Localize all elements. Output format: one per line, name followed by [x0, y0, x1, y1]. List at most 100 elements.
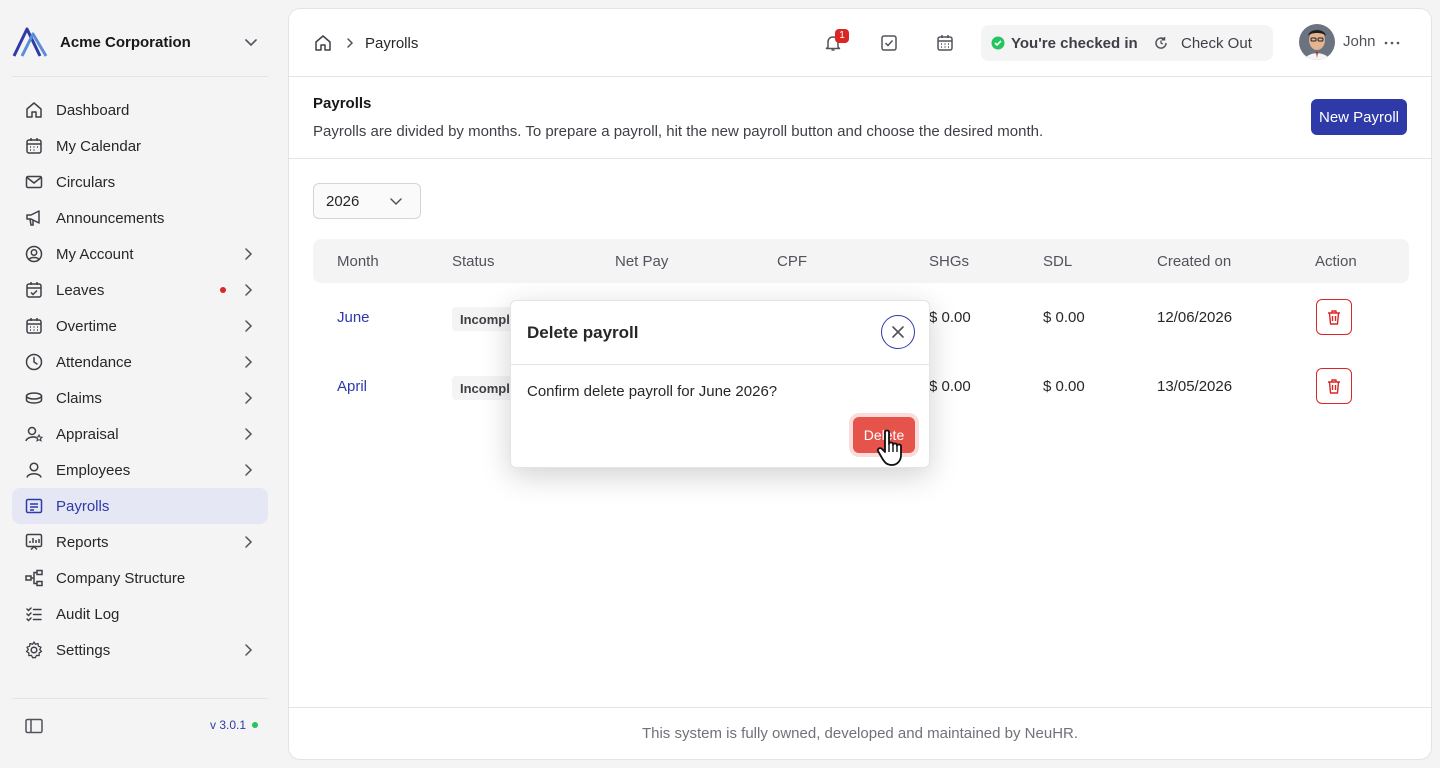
org-name: Acme Corporation	[60, 33, 191, 51]
calendar-check-icon	[26, 282, 42, 298]
column-header: SDL	[1043, 253, 1073, 270]
user-icon	[26, 462, 42, 478]
sidebar-nav: Dashboard My Calendar Circulars Announce…	[12, 92, 268, 668]
sidebar-item-label: Announcements	[56, 209, 165, 227]
close-button[interactable]	[881, 315, 915, 349]
sidebar-item-label: Company Structure	[56, 569, 186, 587]
breadcrumb-current: Payrolls	[365, 34, 419, 52]
company-logo-icon	[12, 27, 48, 57]
sidebar-item-company-structure[interactable]: Company Structure	[12, 560, 268, 596]
sidebar-item-circulars[interactable]: Circulars	[12, 164, 268, 200]
sidebar-item-label: Claims	[56, 389, 102, 407]
year-select[interactable]: 2026	[313, 183, 421, 219]
calendar-clock-icon	[26, 318, 42, 334]
footer-text: This system is fully owned, developed an…	[641, 725, 1079, 742]
column-header: Status	[452, 253, 495, 270]
version-label: v 3.0.1	[210, 718, 247, 732]
sdl-value: $ 0.00	[1043, 378, 1085, 395]
sidebar-item-label: Leaves	[56, 281, 105, 299]
clock-icon	[25, 353, 43, 371]
shgs-value: $ 0.00	[929, 309, 971, 326]
sidebar-item-label: Attendance	[56, 353, 132, 371]
delete-row-button[interactable]	[1316, 368, 1352, 404]
sidebar-item-label: Circulars	[56, 173, 116, 191]
status-dot	[252, 722, 259, 728]
sidebar-item-label: Audit Log	[56, 605, 120, 623]
chevron-right-icon	[245, 428, 253, 440]
sidebar-item-label: Employees	[56, 461, 131, 479]
chevron-right-icon	[245, 536, 253, 548]
more-horizontal-icon[interactable]	[1383, 33, 1401, 53]
check-circle-icon	[991, 36, 1005, 50]
footer-divider	[289, 707, 1431, 708]
sidebar-toggle-icon[interactable]	[24, 716, 44, 736]
user-avatar-icon	[1299, 24, 1335, 60]
created-date: 12/06/2026	[1157, 309, 1233, 326]
sidebar-item-claims[interactable]: Claims	[12, 380, 268, 416]
sidebar-item-employees[interactable]: Employees	[12, 452, 268, 488]
chevron-right-icon	[245, 464, 253, 476]
column-header: CPF	[777, 253, 807, 270]
column-header: Month	[337, 253, 379, 270]
month-link[interactable]: April	[337, 378, 367, 395]
sidebar-item-label: Reports	[56, 533, 109, 551]
sidebar-item-announcements[interactable]: Announcements	[12, 200, 268, 236]
sidebar-item-attendance[interactable]: Attendance	[12, 344, 268, 380]
chevron-right-icon	[245, 644, 253, 656]
refresh-clock-icon	[1155, 37, 1167, 49]
task-check-icon[interactable]	[879, 33, 899, 53]
close-icon	[892, 326, 904, 338]
delete-button[interactable]: Delete	[853, 417, 915, 453]
sdl-value: $ 0.00	[1043, 309, 1085, 326]
chevron-down-icon	[390, 198, 402, 206]
new-payroll-button[interactable]: New Payroll	[1311, 99, 1407, 135]
breadcrumb: Payrolls	[313, 33, 418, 53]
topbar: Payrolls 1 You're checked in Check Out J…	[289, 9, 1431, 77]
sidebar-item-label: Dashboard	[56, 101, 130, 119]
sidebar-item-label: My Account	[56, 245, 134, 263]
sidebar-item-overtime[interactable]: Overtime	[12, 308, 268, 344]
sidebar-item-leaves[interactable]: Leaves	[12, 272, 268, 308]
check-out-button[interactable]: Check Out	[1145, 27, 1269, 59]
chevron-right-icon	[245, 392, 253, 404]
home-icon	[26, 102, 42, 118]
dialog-title: Delete payroll	[527, 323, 639, 342]
sidebar-item-label: Settings	[56, 641, 111, 659]
check-out-label: Check Out	[1181, 34, 1252, 52]
dialog-message: Confirm delete payroll for June 2026?	[527, 383, 778, 400]
page-title: Payrolls	[313, 95, 372, 112]
calendar-icon	[26, 138, 42, 154]
sidebar-divider	[12, 76, 268, 77]
mail-icon	[25, 175, 43, 189]
version-indicator: v 3.0.1	[210, 718, 259, 732]
home-icon[interactable]	[313, 33, 333, 53]
sidebar-item-settings[interactable]: Settings	[12, 632, 268, 668]
sidebar-item-reports[interactable]: Reports	[12, 524, 268, 560]
sidebar-item-appraisal[interactable]: Appraisal	[12, 416, 268, 452]
table-header: Month Status Net Pay CPF SHGs SDL Create…	[313, 239, 1409, 283]
sidebar-item-payrolls[interactable]: Payrolls	[12, 488, 268, 524]
sidebar-item-my-account[interactable]: My Account	[12, 236, 268, 272]
column-header: Created on	[1157, 253, 1232, 270]
chevron-right-icon	[245, 356, 253, 368]
column-header: Action	[1315, 253, 1357, 270]
checklist-icon	[26, 607, 42, 622]
sidebar-item-audit-log[interactable]: Audit Log	[12, 596, 268, 632]
delete-row-button[interactable]	[1316, 299, 1352, 335]
org-switcher[interactable]: Acme Corporation	[12, 24, 268, 60]
calendar-icon[interactable]	[935, 33, 955, 53]
notification-badge: 1	[835, 29, 849, 43]
sidebar-item-my-calendar[interactable]: My Calendar	[12, 128, 268, 164]
user-star-icon	[25, 426, 44, 442]
created-date: 13/05/2026	[1157, 378, 1233, 395]
user-name: John	[1343, 33, 1376, 50]
chevron-down-icon	[245, 39, 257, 47]
chevron-right-icon	[245, 248, 253, 260]
month-link[interactable]: June	[337, 309, 370, 326]
avatar[interactable]	[1299, 24, 1335, 60]
user-circle-icon	[25, 245, 43, 263]
dialog-header: Delete payroll	[511, 301, 929, 365]
page-header: Payrolls Payrolls are divided by months.…	[289, 77, 1431, 159]
chevron-right-icon	[245, 284, 253, 296]
sidebar-item-dashboard[interactable]: Dashboard	[12, 92, 268, 128]
